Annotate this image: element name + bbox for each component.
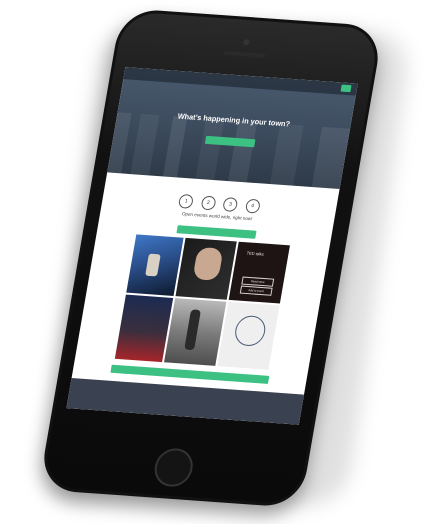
tedx-event-card: TED talks Read more Add to event xyxy=(228,241,290,304)
concert-photo-tile[interactable] xyxy=(126,234,184,296)
dancer-photo-tile[interactable] xyxy=(164,298,227,366)
step-1: 1 xyxy=(178,193,195,209)
singer-photo-tile[interactable] xyxy=(175,237,237,300)
event-badge-icon xyxy=(232,314,268,347)
step-4: 4 xyxy=(244,198,261,214)
crowd-photo-tile[interactable] xyxy=(114,294,174,363)
event-grid: TED talks Read more Add to event xyxy=(114,234,290,371)
grid-cta-button[interactable] xyxy=(176,225,257,239)
tedx-title: TED talks xyxy=(246,250,265,257)
step-2: 2 xyxy=(200,195,217,211)
hero-section: What's happening in your town? xyxy=(107,67,358,189)
logo-badge-tile[interactable] xyxy=(217,301,280,370)
add-to-event-button[interactable]: Add to event xyxy=(239,285,273,296)
step-3: 3 xyxy=(222,197,239,213)
nav-cta-button[interactable] xyxy=(340,84,352,93)
device-mockup: What's happening in your town? 1 2 3 4 O… xyxy=(0,0,443,524)
